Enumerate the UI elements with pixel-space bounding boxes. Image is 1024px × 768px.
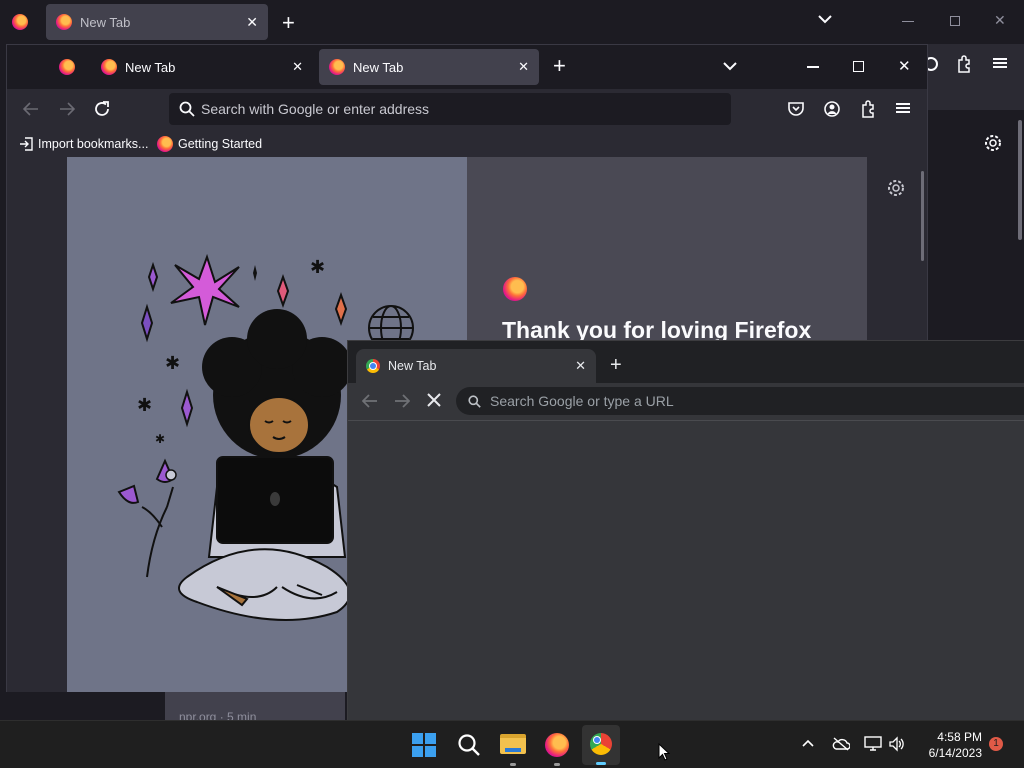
network-icon[interactable] <box>864 736 882 752</box>
svg-text:✱: ✱ <box>310 257 325 278</box>
close-tab-icon[interactable]: ✕ <box>518 59 529 75</box>
back-tab-title: New Tab <box>80 14 131 30</box>
extensions-icon[interactable] <box>860 100 876 118</box>
back-arrow-icon[interactable] <box>23 102 39 116</box>
back-list-tabs-chevron-icon[interactable] <box>818 14 832 24</box>
tab-new-tab-2[interactable]: New Tab ✕ <box>319 49 539 85</box>
onedrive-offline-icon[interactable] <box>832 737 850 751</box>
back-restore-icon[interactable] <box>950 16 960 26</box>
bookmark-import[interactable]: Import bookmarks... <box>19 135 148 153</box>
chrome-omnibox-placeholder: Search Google or type a URL <box>490 393 674 409</box>
forward-arrow-icon[interactable] <box>59 102 75 116</box>
chrome-tab-title: New Tab <box>388 359 437 373</box>
back-firefox-menu-icon[interactable] <box>12 14 28 30</box>
address-placeholder: Search with Google or enter address <box>201 101 430 117</box>
file-explorer-icon[interactable] <box>500 734 526 754</box>
svg-text:✱: ✱ <box>155 432 165 446</box>
maximize-icon[interactable] <box>853 61 864 72</box>
settings-gear-icon[interactable] <box>887 179 905 197</box>
close-tab-icon[interactable]: ✕ <box>575 358 586 374</box>
taskbar-chrome-button[interactable] <box>582 725 620 765</box>
account-icon[interactable] <box>824 101 840 117</box>
chrome-tab-new-tab[interactable]: New Tab ✕ <box>356 349 596 383</box>
firefox-icon <box>56 14 72 30</box>
bookmark-label: Getting Started <box>178 137 263 151</box>
chrome-window: New Tab ✕ + Search Google or type a URL <box>347 340 1024 721</box>
scrollbar[interactable] <box>921 171 924 261</box>
taskbar: 4:58 PM 6/14/2023 1 <box>0 720 1024 768</box>
firefox-logo-icon <box>503 277 527 301</box>
file-explorer-running-dot <box>510 763 516 766</box>
reload-icon[interactable] <box>94 101 110 117</box>
app-menu-icon[interactable] <box>896 103 910 113</box>
back-close-window-icon[interactable]: ✕ <box>994 12 1006 29</box>
bookmark-getting-started[interactable]: Getting Started <box>157 135 262 153</box>
clock-time: 4:58 PM <box>937 730 982 744</box>
firefox-running-dot <box>554 763 560 766</box>
firefox-icon <box>329 59 345 75</box>
svg-text:✱: ✱ <box>137 395 152 416</box>
tab-title: New Tab <box>353 59 404 75</box>
taskbar-search-icon[interactable] <box>457 733 481 757</box>
address-bar[interactable]: Search with Google or enter address <box>169 93 731 125</box>
chrome-back-icon[interactable] <box>362 394 378 408</box>
clock-date: 6/14/2023 <box>928 746 982 760</box>
mouse-cursor-icon <box>658 743 670 761</box>
close-window-icon[interactable]: ✕ <box>898 57 911 75</box>
import-icon <box>20 137 33 151</box>
back-minimize-icon[interactable] <box>902 21 914 22</box>
story-card[interactable]: npr.org · 5 min <box>165 690 345 724</box>
show-hidden-icons-chevron[interactable] <box>802 739 814 747</box>
back-toolbar <box>926 44 1024 110</box>
search-icon <box>468 395 481 408</box>
windows-start-icon[interactable] <box>412 733 436 757</box>
close-icon[interactable]: ✕ <box>246 14 258 31</box>
new-tab-button[interactable]: + <box>553 53 566 79</box>
back-menu-icon[interactable] <box>993 58 1007 68</box>
bookmark-label: Import bookmarks... <box>38 137 149 151</box>
search-icon <box>179 101 195 117</box>
back-tab-new-tab[interactable]: New Tab ✕ <box>46 4 268 40</box>
list-all-tabs-chevron-icon[interactable] <box>723 61 737 71</box>
pocket-icon[interactable] <box>788 102 804 116</box>
close-tab-icon[interactable]: ✕ <box>292 59 303 75</box>
minimize-icon[interactable] <box>807 66 819 68</box>
firefox-icon <box>101 59 117 75</box>
chrome-forward-icon[interactable] <box>394 394 410 408</box>
back-settings-gear-icon[interactable] <box>984 134 1002 152</box>
back-new-tab-button[interactable]: + <box>282 10 295 36</box>
chrome-new-tab-button[interactable]: + <box>610 354 622 377</box>
chrome-stop-loading-icon[interactable] <box>427 393 441 407</box>
tab-title: New Tab <box>125 59 176 75</box>
back-extensions-icon[interactable] <box>956 55 972 73</box>
notification-badge[interactable]: 1 <box>989 737 1003 751</box>
firefox-menu-icon[interactable] <box>59 59 75 75</box>
firefox-icon <box>157 136 173 152</box>
chrome-icon <box>366 359 380 373</box>
chrome-page-content <box>348 421 1024 721</box>
tab-new-tab-1[interactable]: New Tab ✕ <box>91 49 313 85</box>
chrome-icon <box>590 733 612 755</box>
svg-text:✱: ✱ <box>165 353 180 374</box>
back-scrollbar[interactable] <box>1018 120 1022 240</box>
volume-icon[interactable] <box>888 736 904 752</box>
taskbar-firefox-icon[interactable] <box>545 733 569 757</box>
chrome-omnibox[interactable]: Search Google or type a URL <box>456 387 1024 415</box>
chrome-active-indicator <box>596 762 606 765</box>
clock[interactable]: 4:58 PM 6/14/2023 <box>914 729 982 761</box>
